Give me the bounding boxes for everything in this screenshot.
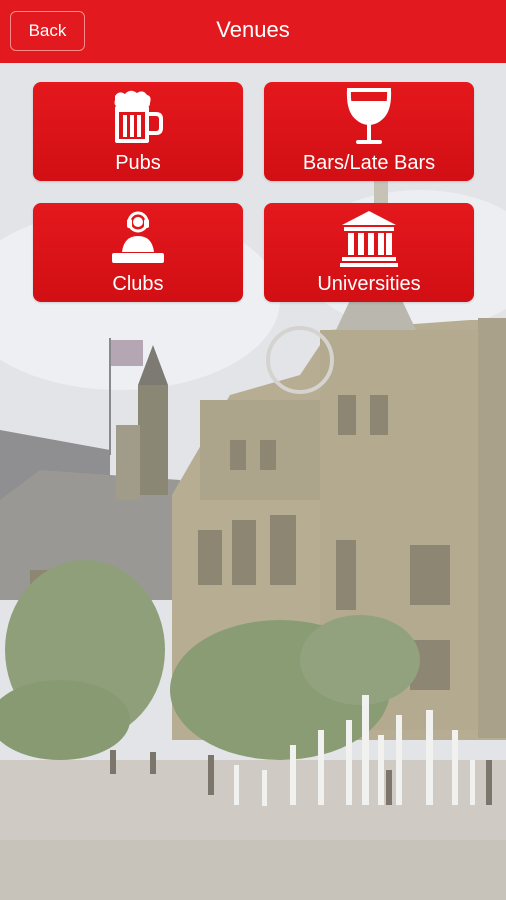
bars-late-bars-button[interactable]: Bars/Late Bars	[264, 82, 474, 181]
pubs-button[interactable]: Pubs	[33, 82, 243, 181]
tile-label-universities: Universities	[317, 273, 421, 295]
clubs-button[interactable]: Clubs	[33, 203, 243, 302]
back-button[interactable]: Back	[10, 11, 85, 51]
tile-label-clubs: Clubs	[112, 273, 164, 295]
wine-glass-icon	[264, 86, 474, 148]
tile-label-bars: Bars/Late Bars	[302, 152, 436, 174]
university-building-icon	[264, 207, 474, 269]
universities-button[interactable]: Universities	[264, 203, 474, 302]
beer-mug-icon	[33, 86, 243, 148]
dj-icon	[33, 207, 243, 269]
header-bar: Back Venues	[0, 0, 506, 63]
tile-label-pubs: Pubs	[115, 152, 161, 174]
